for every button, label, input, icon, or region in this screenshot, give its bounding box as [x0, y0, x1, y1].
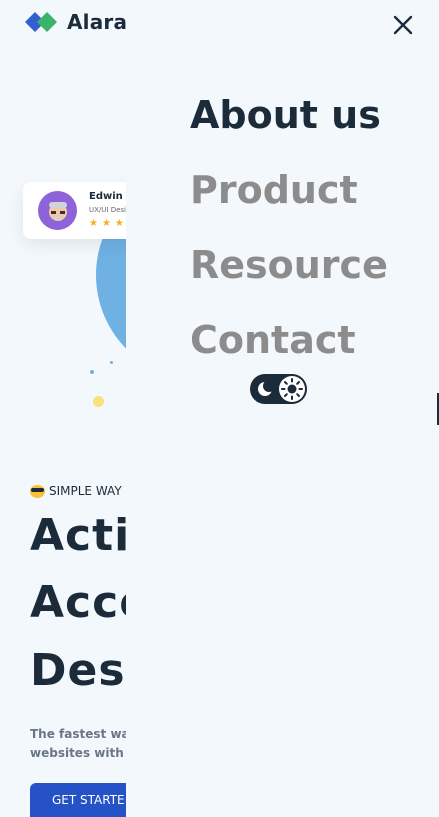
- moon-icon: [258, 380, 275, 396]
- theme-toggle[interactable]: [250, 374, 307, 404]
- background-page: Alara Edwin M UX/UI Desi ★★★ SIMPLE WAY …: [0, 0, 126, 817]
- eyebrow-label: SIMPLE WAY: [30, 484, 122, 498]
- hero-line: Acce: [30, 577, 126, 628]
- hero-line: Desi: [30, 645, 126, 696]
- profile-card: Edwin M UX/UI Desi ★★★: [23, 182, 126, 239]
- profile-role: UX/UI Desi: [89, 206, 126, 214]
- menu-item-about-us[interactable]: About us: [190, 78, 388, 153]
- rating-stars: ★★★: [89, 218, 126, 229]
- sunglasses-emoji-icon: [30, 484, 45, 498]
- logo-icon: [25, 12, 57, 32]
- eyebrow-text: SIMPLE WAY: [49, 484, 122, 498]
- avatar: [38, 191, 77, 230]
- menu-item-contact[interactable]: Contact: [190, 303, 388, 378]
- get-started-button[interactable]: GET STARTE: [30, 783, 126, 817]
- decor-dot: [110, 361, 113, 364]
- hero-line: Acti: [30, 510, 126, 561]
- avatar-face-icon: [48, 201, 67, 221]
- hero-subtitle: websites with r: [30, 746, 126, 760]
- decor-dot: [90, 370, 94, 374]
- menu-item-product[interactable]: Product: [190, 153, 388, 228]
- theme-toggle-graphic: [258, 376, 305, 402]
- mobile-nav-menu: About us Product Resource Contact: [190, 78, 388, 378]
- close-icon[interactable]: [390, 12, 416, 38]
- menu-item-resource[interactable]: Resource: [190, 228, 388, 303]
- brand-logo[interactable]: Alara: [25, 10, 126, 34]
- profile-name: Edwin M: [89, 191, 126, 202]
- decor-dot: [93, 396, 104, 407]
- hero-subtitle: The fastest way: [30, 727, 126, 741]
- sun-icon: [279, 376, 305, 402]
- brand-name: Alara: [67, 10, 126, 34]
